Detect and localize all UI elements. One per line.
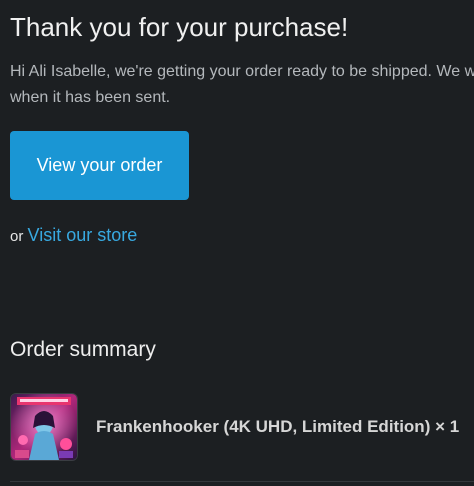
order-item: Frankenhooker (4K UHD, Limited Edition) … <box>10 393 474 461</box>
greeting-line-2: when it has been sent. <box>10 89 171 106</box>
item-name: Frankenhooker (4K UHD, Limited Edition) … <box>96 417 460 436</box>
visit-store-link[interactable]: Visit our store <box>28 225 138 245</box>
page-title: Thank you for your purchase! <box>10 12 349 42</box>
view-order-button[interactable]: View your order <box>10 131 189 200</box>
greeting-message: Hi Ali Isabelle, we're getting your orde… <box>10 59 474 111</box>
or-text: or <box>10 228 24 245</box>
greeting-line-1: Hi Ali Isabelle, we're getting your orde… <box>10 63 474 80</box>
product-thumbnail <box>10 393 78 461</box>
divider <box>10 481 474 482</box>
store-line: or Visit our store <box>10 222 137 250</box>
order-summary-heading: Order summary <box>10 338 156 361</box>
